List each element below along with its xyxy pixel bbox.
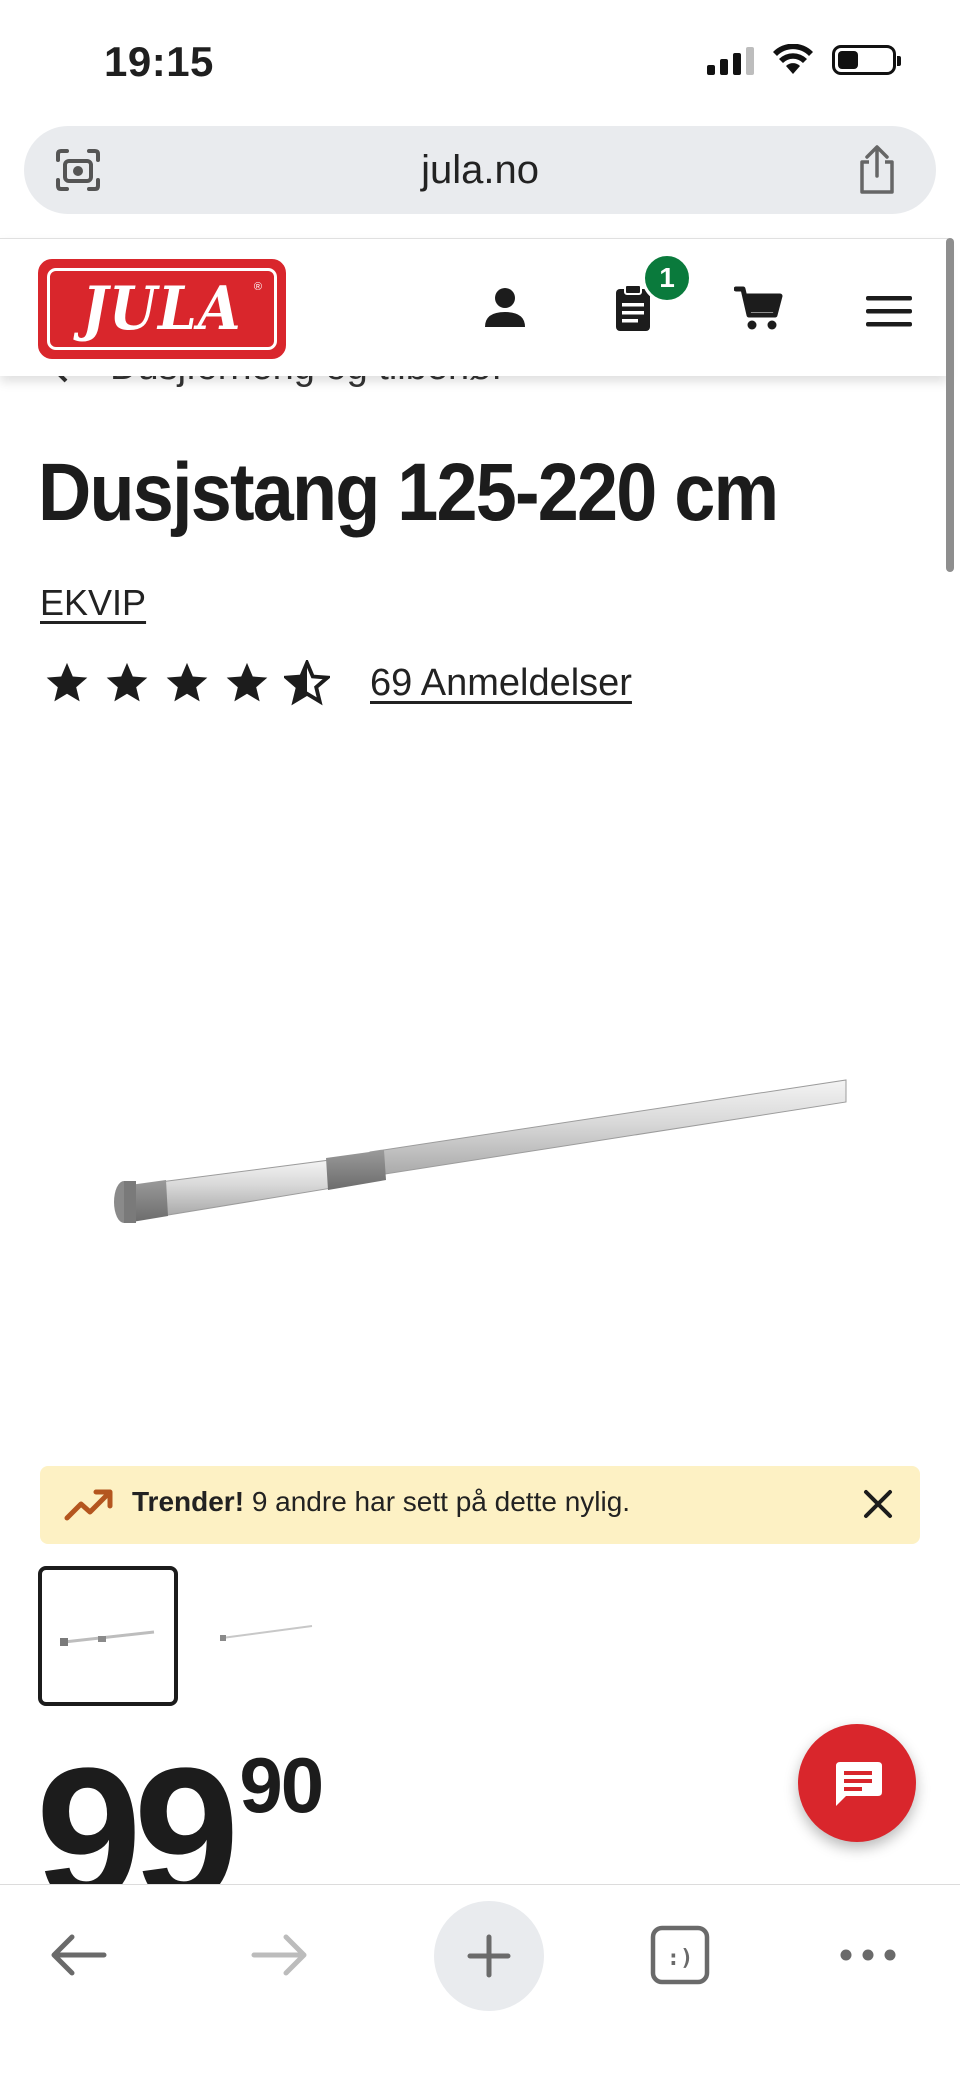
trend-banner: Trender! 9 andre har sett på dette nylig…: [40, 1466, 920, 1544]
trend-message: Trender! 9 andre har sett på dette nylig…: [132, 1486, 630, 1518]
share-icon[interactable]: [854, 144, 900, 196]
more-icon: [840, 1949, 896, 1961]
product-title: Dusjstang 125-220 cm: [38, 447, 779, 538]
logo-text: JULA: [82, 274, 242, 344]
brand-link[interactable]: EKVIP: [40, 582, 146, 624]
chat-icon: [836, 1762, 882, 1806]
thumbnail-image: [220, 1625, 313, 1641]
cart-icon[interactable]: [734, 283, 784, 333]
jula-logo[interactable]: JULA ®: [38, 259, 286, 359]
back-arrow-icon: [51, 1934, 107, 1976]
site-header: JULA ® 1: [0, 238, 948, 376]
tabs-icon: :): [650, 1925, 710, 1985]
back-button[interactable]: [42, 1919, 114, 1991]
battery-icon: [832, 45, 901, 75]
forward-arrow-icon: [251, 1934, 307, 1976]
star-full-icon: [46, 662, 88, 702]
close-icon[interactable]: [860, 1486, 896, 1522]
menu-icon[interactable]: [864, 287, 914, 337]
wifi-icon: [773, 44, 813, 74]
cellular-signal-icon: [707, 45, 754, 75]
url-text[interactable]: jula.no: [24, 148, 936, 193]
user-icon[interactable]: [480, 283, 530, 333]
forward-button[interactable]: [244, 1919, 316, 1991]
status-icons: [707, 44, 901, 76]
rating[interactable]: 69 Anmeldelser: [44, 660, 632, 706]
thumbnail-2[interactable]: [196, 1566, 336, 1706]
browser-toolbar: :): [0, 1884, 960, 2078]
list-count-badge: 1: [642, 253, 692, 303]
star-full-icon: [166, 662, 208, 702]
reviews-link[interactable]: 69 Anmeldelser: [370, 662, 632, 705]
trend-text: 9 andre har sett på dette nylig.: [251, 1486, 631, 1517]
address-bar[interactable]: jula.no: [24, 126, 936, 214]
status-time: 19:15: [104, 38, 214, 85]
scrollbar[interactable]: [946, 238, 954, 572]
star-full-icon: [106, 662, 148, 702]
new-tab-button[interactable]: [434, 1901, 544, 2011]
thumbnail-image: [60, 1630, 155, 1646]
star-half-icon: [284, 660, 330, 706]
more-button[interactable]: [832, 1919, 904, 1991]
trend-title: Trender!: [132, 1486, 245, 1517]
star-rating: [44, 660, 330, 706]
svg-text::): :): [667, 1946, 694, 1971]
thumbnail-1[interactable]: [38, 1566, 178, 1706]
plus-icon: [467, 1934, 511, 1978]
chat-button[interactable]: [798, 1724, 916, 1842]
status-bar: 19:15: [0, 0, 960, 126]
product-image[interactable]: [100, 1040, 860, 1240]
trending-up-icon: [64, 1489, 113, 1521]
tabs-button[interactable]: :): [644, 1919, 716, 1991]
price-decimals: 90: [239, 1741, 324, 1829]
star-full-icon: [226, 662, 268, 702]
